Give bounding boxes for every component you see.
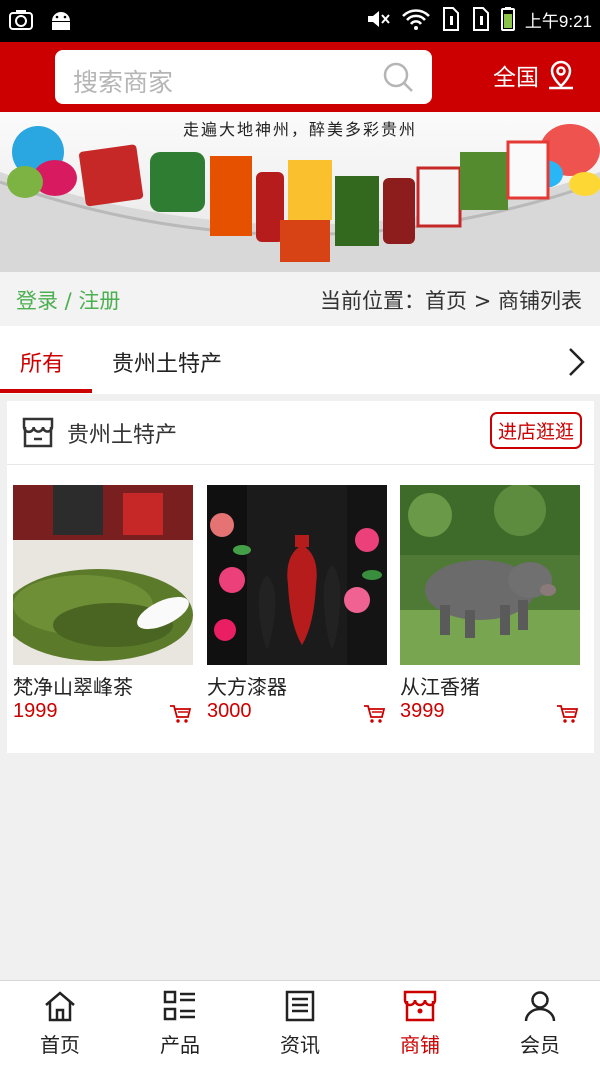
search-input[interactable]: 搜索商家 xyxy=(55,50,432,104)
tab-guizhou-specialty[interactable]: 贵州土特产 xyxy=(112,346,222,378)
cart-icon[interactable] xyxy=(363,703,385,725)
store-icon xyxy=(22,417,54,448)
breadcrumb: 当前位置：首页 > 商铺列表 xyxy=(320,289,582,313)
screenshot-icon xyxy=(9,10,33,30)
product-name[interactable]: 梵净山翠峰茶 xyxy=(13,671,193,700)
nav-label: 商铺 xyxy=(400,1033,440,1057)
login-breadcrumb-row: 登录 / 注册 当前位置：首页 > 商铺列表 xyxy=(0,272,600,326)
cart-icon[interactable] xyxy=(169,703,191,725)
bottom-nav: 首页 产品 资讯 商铺 会员 xyxy=(0,980,600,1067)
chevron-right-icon[interactable] xyxy=(566,346,586,378)
category-tabs: 所有 贵州土特产 xyxy=(0,326,600,394)
status-bar: 上午9:21 xyxy=(0,0,600,42)
search-icon[interactable] xyxy=(382,61,414,93)
nav-shops[interactable]: 商铺 xyxy=(360,989,480,1058)
nav-home[interactable]: 首页 xyxy=(0,989,120,1058)
sim-icon xyxy=(472,7,489,31)
battery-icon xyxy=(500,7,515,31)
promo-banner[interactable]: 走遍大地神州，醉美多彩贵州 xyxy=(0,112,600,272)
nav-member[interactable]: 会员 xyxy=(480,989,600,1058)
product-price: 3999 xyxy=(400,700,445,722)
list-icon xyxy=(163,990,195,1021)
product-name[interactable]: 从江香猪 xyxy=(400,671,580,700)
product-image-pig[interactable] xyxy=(400,485,580,665)
product-price: 1999 xyxy=(13,700,58,722)
shop-name: 贵州土特产 xyxy=(67,423,178,448)
cart-icon[interactable] xyxy=(556,703,578,725)
nav-label: 资讯 xyxy=(280,1033,320,1057)
nav-label: 首页 xyxy=(40,1033,80,1057)
visit-shop-button[interactable]: 进店逛逛 xyxy=(489,412,582,449)
search-placeholder: 搜索商家 xyxy=(73,68,174,97)
store-icon xyxy=(403,990,437,1022)
product-name[interactable]: 大方漆器 xyxy=(207,671,387,700)
nav-label: 会员 xyxy=(520,1033,560,1057)
product-card[interactable]: 梵净山翠峰茶 1999 xyxy=(13,485,193,723)
android-icon xyxy=(52,12,70,30)
mute-icon xyxy=(367,11,390,27)
clock: 上午9:21 xyxy=(524,11,592,31)
wifi-icon xyxy=(402,9,430,30)
user-icon xyxy=(524,991,556,1022)
sim-icon xyxy=(442,7,459,31)
shop-header: 贵州土特产 进店逛逛 xyxy=(7,401,594,465)
active-tab-indicator xyxy=(0,389,92,393)
region-label: 全国 xyxy=(493,65,539,91)
home-icon xyxy=(45,991,75,1022)
product-image-tea[interactable] xyxy=(13,485,193,665)
product-card[interactable]: 大方漆器 3000 xyxy=(207,485,387,723)
product-price: 3000 xyxy=(207,700,252,722)
tab-all[interactable]: 所有 xyxy=(20,346,64,378)
news-icon xyxy=(285,990,315,1022)
shop-card: 贵州土特产 进店逛逛 梵净山翠峰茶 1999 大方漆器 3000 从江香猪 39… xyxy=(7,401,594,753)
banner-slogan: 走遍大地神州，醉美多彩贵州 xyxy=(182,120,417,139)
nav-products[interactable]: 产品 xyxy=(120,989,240,1058)
location-pin-icon xyxy=(549,60,573,90)
product-image-lacquerware[interactable] xyxy=(207,485,387,665)
app-header: 搜索商家 全国 xyxy=(0,42,600,112)
region-selector[interactable]: 全国 xyxy=(493,58,577,92)
login-register-link[interactable]: 登录 / 注册 xyxy=(16,285,120,315)
product-card[interactable]: 从江香猪 3999 xyxy=(400,485,580,723)
nav-news[interactable]: 资讯 xyxy=(240,989,360,1058)
nav-label: 产品 xyxy=(160,1033,200,1057)
